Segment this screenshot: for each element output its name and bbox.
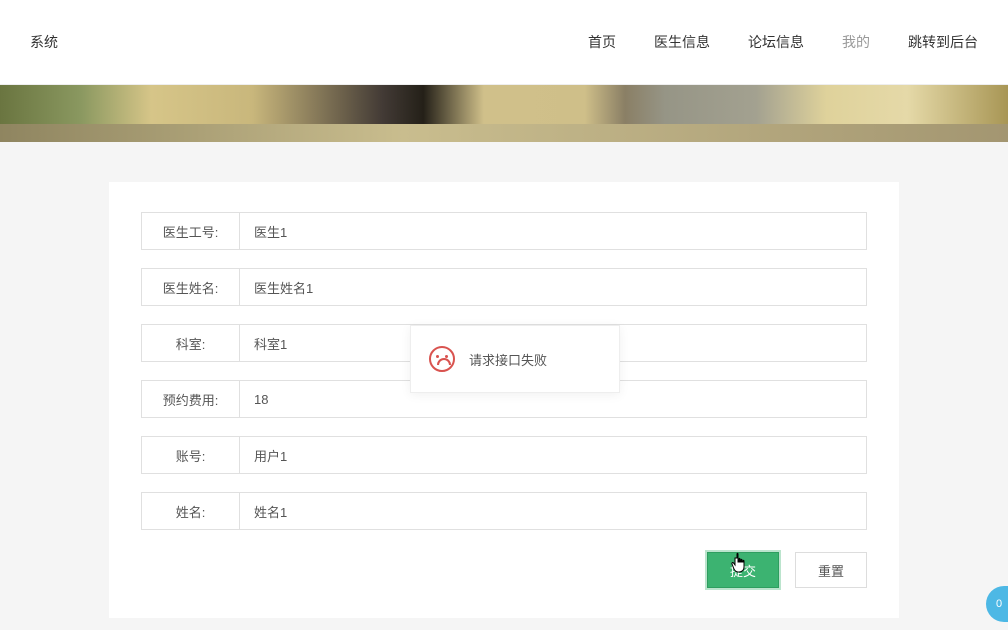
form-row-doctor-id: 医生工号:: [141, 212, 867, 250]
input-account[interactable]: [239, 436, 867, 474]
input-name[interactable]: [239, 492, 867, 530]
form-row-name: 姓名:: [141, 492, 867, 530]
button-row: 提交 重置: [141, 552, 867, 588]
nav-backend[interactable]: 跳转到后台: [908, 32, 978, 52]
input-doctor-id[interactable]: [239, 212, 867, 250]
logo-text: 系统: [30, 32, 58, 52]
nav-mine[interactable]: 我的: [842, 32, 870, 52]
hero-banner: [0, 85, 1008, 142]
form-row-account: 账号:: [141, 436, 867, 474]
nav-doctor-info[interactable]: 医生信息: [654, 32, 710, 52]
form-row-doctor-name: 医生姓名:: [141, 268, 867, 306]
form-card: 医生工号: 医生姓名: 科室: 预约费用: 账号: 姓名: 提交 重置: [109, 182, 899, 618]
nav-forum-info[interactable]: 论坛信息: [748, 32, 804, 52]
sad-face-icon: [429, 346, 455, 372]
label-account: 账号:: [141, 436, 239, 474]
submit-button[interactable]: 提交: [707, 552, 779, 588]
label-name: 姓名:: [141, 492, 239, 530]
label-fee: 预约费用:: [141, 380, 239, 418]
nav-links: 首页 医生信息 论坛信息 我的 跳转到后台: [588, 32, 978, 52]
label-doctor-name: 医生姓名:: [141, 268, 239, 306]
modal-message: 请求接口失败: [469, 350, 547, 369]
top-nav: 系统 首页 医生信息 论坛信息 我的 跳转到后台: [0, 0, 1008, 85]
error-modal: 请求接口失败: [410, 325, 620, 393]
label-department: 科室:: [141, 324, 239, 362]
nav-home[interactable]: 首页: [588, 32, 616, 52]
input-doctor-name[interactable]: [239, 268, 867, 306]
reset-button[interactable]: 重置: [795, 552, 867, 588]
label-doctor-id: 医生工号:: [141, 212, 239, 250]
